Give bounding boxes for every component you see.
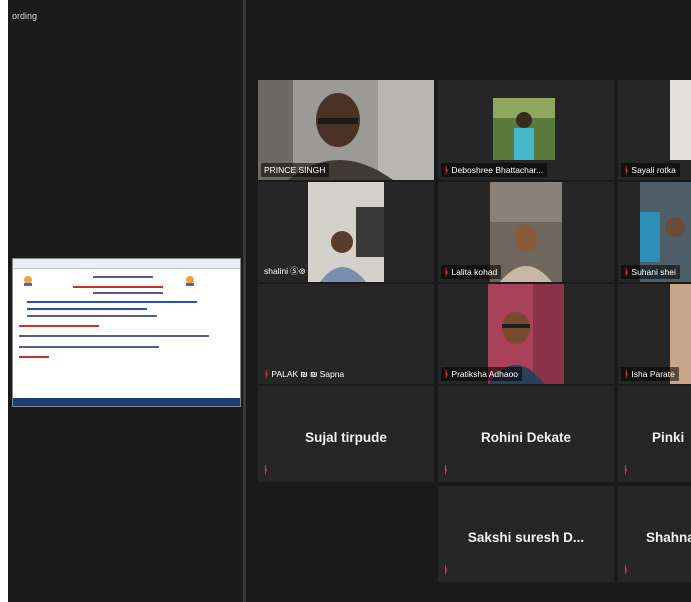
participant-tile-suhani[interactable]: ᚭ Suhani shei bbox=[618, 182, 691, 282]
participant-name: Suhani shei bbox=[631, 267, 676, 277]
document-text-line bbox=[27, 308, 147, 310]
muted-mic-icon: ᚭ bbox=[624, 267, 630, 277]
document-heading-line bbox=[73, 286, 163, 288]
participant-tile-shahna[interactable]: Shahna ᚭ bbox=[618, 486, 691, 582]
document-text-line bbox=[19, 346, 159, 348]
muted-mic-icon: ᚭ bbox=[623, 565, 629, 576]
participant-tile-deboshree[interactable]: ᚭ Deboshree Bhattachar... bbox=[438, 80, 614, 180]
participant-name: Pratiksha Adhaoo bbox=[451, 369, 519, 379]
participant-tile-rohini[interactable]: Rohini Dekate ᚭ bbox=[438, 386, 614, 482]
participant-tile-lalita[interactable]: ᚭ Lalita kohad bbox=[438, 182, 614, 282]
participant-name: Sayali rotka bbox=[631, 165, 676, 175]
participant-name-tag: ᚭ Deboshree Bhattachar... bbox=[441, 163, 548, 177]
participant-tile-sujal[interactable]: Sujal tirpude ᚭ bbox=[258, 386, 434, 482]
participant-name: Isha Parate bbox=[631, 369, 675, 379]
document-text-line bbox=[27, 315, 157, 317]
participant-name: shalini bbox=[264, 266, 289, 276]
document-text-line bbox=[93, 276, 153, 278]
participant-name: Deboshree Bhattachar... bbox=[451, 165, 544, 175]
video-feed bbox=[308, 182, 384, 282]
participant-tile-palak[interactable]: ᚭ PALAK ₪ ₪ Sapna bbox=[258, 284, 434, 384]
muted-mic-icon: ᚭ bbox=[443, 465, 449, 476]
participant-name-large: Shahna bbox=[646, 530, 691, 545]
participant-tile-isha[interactable]: ᚭ Isha Parate bbox=[618, 284, 691, 384]
muted-mic-icon: ᚭ bbox=[443, 565, 449, 576]
muted-mic-icon: ᚭ bbox=[624, 165, 630, 175]
participant-tile-shalini[interactable]: shalini Ⓢ⊚ bbox=[258, 182, 434, 282]
participant-name: Sapna bbox=[319, 369, 345, 379]
participant-name-tag: ᚭ PALAK ₪ ₪ Sapna bbox=[261, 367, 348, 381]
shared-screen-pane: ording bbox=[8, 0, 243, 602]
participant-tile-pinki[interactable]: Pinki ᚭ bbox=[618, 386, 691, 482]
shared-screen-toolbar bbox=[13, 259, 240, 269]
document-heading-line bbox=[19, 325, 99, 327]
document-text-line bbox=[93, 292, 163, 294]
recording-label: ording bbox=[12, 11, 38, 21]
muted-mic-icon: ᚭ bbox=[264, 369, 270, 379]
participant-name-large: Sujal tirpude bbox=[305, 430, 387, 445]
participant-name-tag: shalini Ⓢ⊚ bbox=[261, 263, 310, 279]
muted-mic-icon: ᚭ bbox=[623, 465, 629, 476]
document-text-line bbox=[19, 335, 209, 337]
participant-name-large: Rohini Dekate bbox=[480, 430, 572, 445]
document-text-line bbox=[27, 301, 197, 303]
gallery-view: PRINCE SINGH ᚭ Deboshree Bhattachar... ᚭS… bbox=[246, 0, 691, 602]
video-feed bbox=[493, 98, 555, 160]
meeting-window: ording PRINCE SINGH ᚭ Deboshree Bhattach… bbox=[8, 0, 691, 602]
muted-mic-icon: ᚭ bbox=[263, 465, 269, 476]
participant-name-tag: ᚭ Lalita kohad bbox=[441, 265, 502, 279]
shared-screen-thumbnail[interactable] bbox=[12, 258, 241, 407]
participant-tile-sakshi[interactable]: Sakshi suresh D... ᚭ bbox=[438, 486, 614, 582]
shared-taskbar bbox=[13, 398, 240, 406]
logo-icon bbox=[186, 276, 194, 286]
participant-name-tag: ᚭ Sayali rotka bbox=[621, 163, 680, 177]
participant-name-tag: PRINCE SINGH bbox=[261, 163, 330, 177]
participant-name-large: Sakshi suresh D... bbox=[467, 530, 585, 545]
overlay-glyphs: ₪ ₪ bbox=[300, 369, 318, 379]
participant-name: Lalita kohad bbox=[451, 267, 498, 277]
muted-mic-icon: Ⓢ⊚ bbox=[290, 266, 306, 276]
muted-mic-icon: ᚭ bbox=[444, 165, 450, 175]
participant-tile-sayali[interactable]: ᚭ Sayali rotka bbox=[618, 80, 691, 180]
muted-mic-icon: ᚭ bbox=[444, 369, 450, 379]
participant-name-tag: ᚭ Isha Parate bbox=[621, 367, 679, 381]
muted-mic-icon: ᚭ bbox=[624, 369, 630, 379]
participant-name: PRINCE SINGH bbox=[264, 165, 326, 175]
document-heading-line bbox=[19, 356, 49, 358]
participant-tile-pratiksha[interactable]: ᚭ Pratiksha Adhaoo bbox=[438, 284, 614, 384]
participant-name: PALAK bbox=[271, 369, 299, 379]
logo-icon bbox=[24, 276, 32, 286]
video-feed bbox=[670, 80, 691, 160]
participant-name-tag: ᚭ Pratiksha Adhaoo bbox=[441, 367, 523, 381]
participant-name-large: Pinki bbox=[652, 430, 685, 445]
participant-name-tag: ᚭ Suhani shei bbox=[621, 265, 680, 279]
muted-mic-icon: ᚭ bbox=[444, 267, 450, 277]
participant-tile-prince[interactable]: PRINCE SINGH bbox=[258, 80, 434, 180]
